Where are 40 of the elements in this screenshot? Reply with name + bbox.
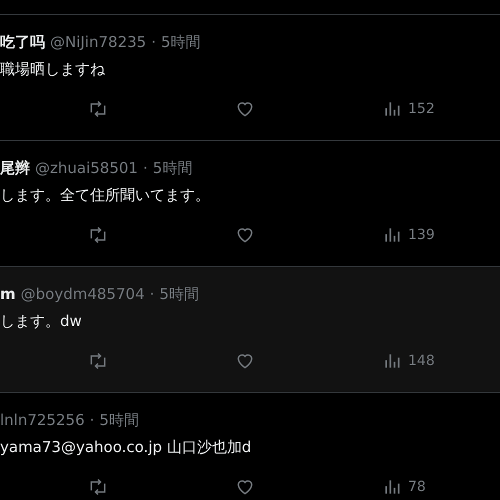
- display-name: 尾辫: [0, 159, 30, 178]
- heart-icon: [235, 225, 255, 245]
- reply-text: yama73@yahoo.co.jp 山口沙也加d: [0, 438, 252, 457]
- separator-dot: ·: [90, 411, 94, 429]
- heart-icon: [235, 99, 255, 119]
- retweet-icon: [88, 225, 108, 245]
- reply-text: します。dw: [0, 312, 83, 331]
- like-button[interactable]: [235, 351, 255, 371]
- display-name: 吃了吗: [0, 33, 45, 52]
- post-time: 5時間: [159, 285, 199, 304]
- heart-icon: [235, 351, 255, 371]
- retweet-icon: [88, 351, 108, 371]
- display-name: m: [0, 285, 16, 303]
- user-handle: @NiJin78235: [50, 33, 146, 51]
- like-button[interactable]: [235, 225, 255, 245]
- post-time: 5時間: [99, 411, 139, 430]
- separator-dot: ·: [142, 159, 148, 177]
- user-handle: lnln725256: [0, 411, 85, 429]
- views-button[interactable]: 148: [382, 351, 435, 371]
- user-handle: @zhuai58501: [35, 159, 138, 177]
- like-button[interactable]: [235, 477, 255, 497]
- views-button[interactable]: 152: [382, 99, 435, 119]
- like-button[interactable]: [235, 99, 255, 119]
- retweet-button[interactable]: [88, 99, 108, 119]
- reply-text: します。全て住所聞いてます。: [0, 186, 211, 205]
- views-button[interactable]: 139: [382, 225, 435, 245]
- post-time: 5時間: [161, 33, 201, 52]
- reply-text: 職場晒しますね: [0, 60, 106, 79]
- retweet-button[interactable]: [88, 477, 108, 497]
- heart-icon: [235, 477, 255, 497]
- retweet-button[interactable]: [88, 225, 108, 245]
- retweet-icon: [88, 99, 108, 119]
- user-handle: @boydm485704: [20, 285, 145, 303]
- views-button[interactable]: 78: [382, 477, 426, 497]
- reply-card[interactable]: m @boydm485704 · 5時間 します。dw 148: [0, 267, 500, 393]
- retweet-icon: [88, 477, 108, 497]
- separator-dot: ·: [151, 33, 156, 51]
- retweet-button[interactable]: [88, 351, 108, 371]
- separator-dot: ·: [150, 285, 154, 303]
- post-time: 5時間: [152, 159, 192, 178]
